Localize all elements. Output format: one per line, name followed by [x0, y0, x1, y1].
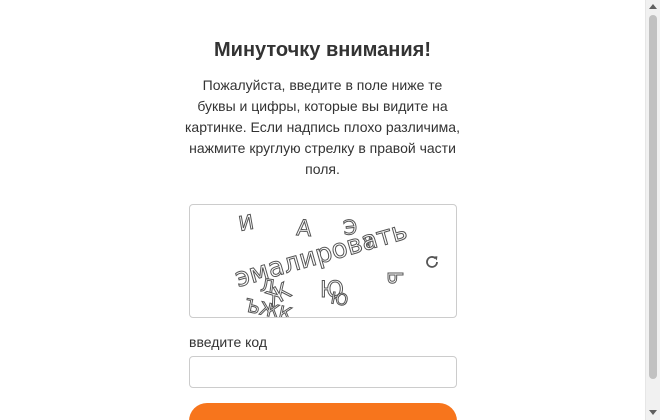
captcha-noise-glyph: А — [296, 216, 313, 242]
captcha-noise-glyph: И — [237, 210, 256, 236]
refresh-icon[interactable] — [422, 252, 442, 272]
page-title: Минуточку внимания! — [214, 39, 431, 61]
captcha-box: И А Э И Ь Ю Л Ж ЪЖК Ю эмалировать — [189, 204, 457, 318]
scroll-down-arrow-icon[interactable] — [649, 410, 657, 415]
captcha-noise-glyph: Ь — [383, 271, 407, 285]
submit-button[interactable]: Готово! — [189, 403, 457, 420]
code-field-label: введите код — [189, 334, 268, 350]
vertical-scrollbar[interactable] — [645, 0, 660, 420]
captcha-noise-glyph: Ю — [329, 288, 349, 310]
instructions-text: Пожалуйста, введите в поле ниже те буквы… — [185, 77, 460, 177]
scrollbar-thumb[interactable] — [649, 15, 657, 379]
code-input[interactable] — [189, 356, 457, 388]
scroll-up-arrow-icon[interactable] — [649, 4, 657, 9]
captcha-image: И А Э И Ь Ю Л Ж ЪЖК Ю эмалировать — [231, 209, 411, 317]
captcha-page: Минуточку внимания! Пожалуйста, введите … — [0, 0, 660, 420]
